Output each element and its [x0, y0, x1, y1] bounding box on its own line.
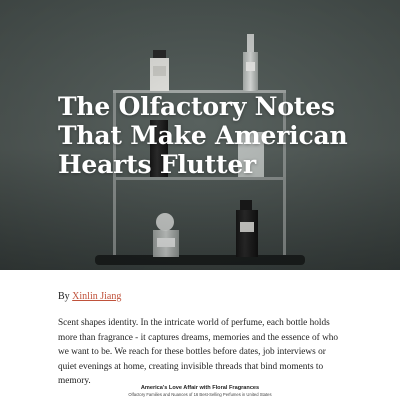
article-title: The Olfactory Notes That Make American H… — [58, 92, 348, 179]
byline-prefix: By — [58, 291, 70, 302]
byline: By Xinlin Jiang — [58, 290, 346, 304]
figure-header: America's Love Affair with Floral Fragra… — [0, 384, 400, 398]
article-body: By Xinlin Jiang Scent shapes identity. I… — [58, 270, 346, 389]
intro-paragraph: Scent shapes identity. In the intricate … — [58, 318, 339, 387]
hero-banner: The Olfactory Notes That Make American H… — [0, 0, 400, 270]
figure-title: America's Love Affair with Floral Fragra… — [140, 385, 260, 391]
author-link[interactable]: Xinlin Jiang — [72, 291, 121, 302]
figure-subtitle: Olfactory Families and Nuances of 16 Bes… — [128, 392, 272, 397]
